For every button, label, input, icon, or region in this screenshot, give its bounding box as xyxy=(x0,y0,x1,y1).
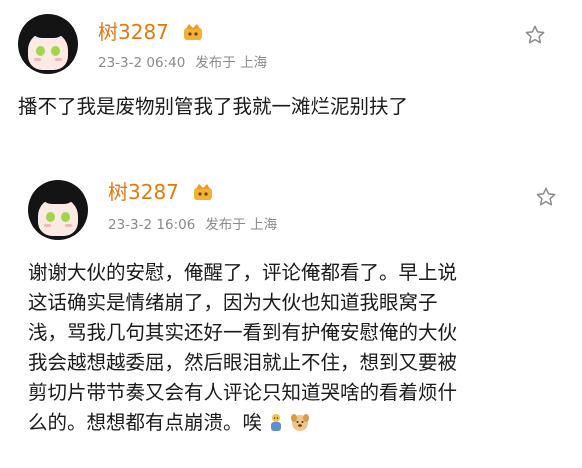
post-card: 树3287 23-3-2 16:06 发布于 上海 谢谢大伙的安慰，俺醒了，评论俺… xyxy=(0,150,582,468)
avatar[interactable] xyxy=(28,180,88,240)
username[interactable]: 树3287 xyxy=(98,20,169,44)
text-line: 这话确实是情绪崩了，因为大伙也知道我眼窝子 xyxy=(28,291,438,314)
text-line: 浅，骂我几句其实还好一看到有护俺安慰俺的大伙 xyxy=(28,321,458,344)
post-card: 树3287 23-3-2 06:40 发布于 上海 播不了我是废物别管我了我就一滩… xyxy=(0,0,582,142)
post-date: 23-3-2 06:40 xyxy=(98,55,186,71)
favorite-star-icon[interactable] xyxy=(524,24,546,46)
post-location: 发布于 上海 xyxy=(195,55,268,71)
text-line: 我会越想越委屈，然后眼泪就止不住，想到又要被 xyxy=(28,351,458,374)
favorite-star-icon[interactable] xyxy=(535,186,557,208)
text-line: 谢谢大伙的安慰，俺醒了，评论俺都看了。早上说 xyxy=(28,261,458,284)
divider xyxy=(0,142,582,150)
sad-figure-emoji xyxy=(271,414,282,431)
vip-badge-icon xyxy=(184,24,202,40)
avatar[interactable] xyxy=(18,14,78,74)
text-line-last: 么的。想想都有点崩溃。唉 xyxy=(28,408,457,438)
post-meta: 23-3-2 06:40 发布于 上海 xyxy=(98,54,277,72)
username[interactable]: 树3287 xyxy=(108,180,179,204)
post-location: 发布于 上海 xyxy=(205,217,278,233)
post-date: 23-3-2 16:06 xyxy=(108,217,196,233)
post-meta: 23-3-2 16:06 发布于 上海 xyxy=(108,216,287,234)
text-line-final: 么的。想想都有点崩溃。唉 xyxy=(28,411,263,434)
dog-emoji xyxy=(291,414,310,431)
vip-badge-icon xyxy=(194,184,212,200)
post-text: 谢谢大伙的安慰，俺醒了，评论俺都看了。早上说 这话确实是情绪崩了，因为大伙也知道… xyxy=(28,258,457,438)
text-line: 剪切片带节奏又会有人评论只知道哭啥的看着烦什 xyxy=(28,381,458,404)
post-text: 播不了我是废物别管我了我就一滩烂泥别扶了 xyxy=(18,95,409,118)
